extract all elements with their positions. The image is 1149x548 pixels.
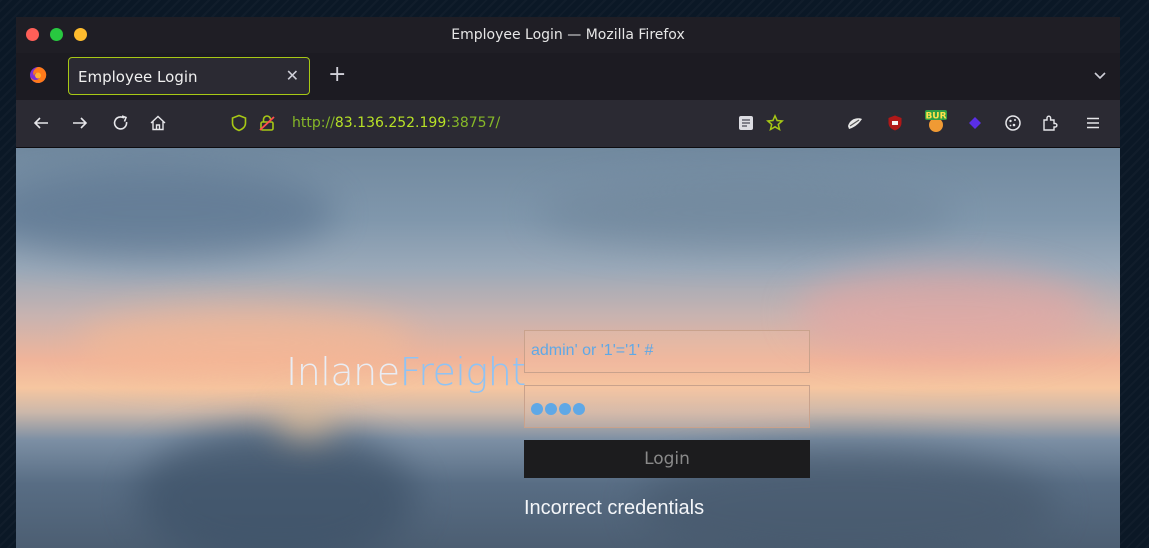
window-title: Employee Login — Mozilla Firefox	[451, 27, 685, 43]
url-host: 83.136.252.199	[334, 115, 447, 131]
page-content: InlaneFreight admin' or '1'='1' # Login …	[16, 148, 1120, 548]
title-bar: Employee Login — Mozilla Firefox	[16, 17, 1120, 53]
tab-strip: Employee Login ✕ +	[16, 53, 1120, 100]
background-cloud	[16, 168, 336, 258]
navigation-toolbar: http://83.136.252.199:38757/ BUR	[16, 100, 1120, 148]
cookie-icon[interactable]	[1004, 114, 1022, 132]
username-input[interactable]: admin' or '1'='1' #	[524, 330, 810, 373]
home-icon[interactable]	[149, 114, 167, 132]
password-input[interactable]	[524, 385, 810, 428]
password-mask-dot	[531, 403, 543, 415]
tab-employee-login[interactable]: Employee Login ✕	[68, 57, 310, 95]
menu-icon[interactable]	[1084, 114, 1102, 132]
login-button[interactable]: Login	[524, 440, 810, 478]
background-light	[276, 398, 336, 438]
ublock-icon[interactable]	[886, 114, 904, 132]
password-mask-dot	[545, 403, 557, 415]
password-mask-dot	[559, 403, 571, 415]
reload-icon[interactable]	[112, 114, 130, 132]
tab-label: Employee Login	[78, 68, 198, 86]
background-city	[136, 428, 416, 548]
username-value: admin' or '1'='1' #	[531, 342, 654, 359]
firefox-icon[interactable]	[29, 66, 47, 84]
browser-window: Employee Login — Mozilla Firefox Employe…	[16, 17, 1120, 548]
bookmark-star-icon[interactable]	[766, 114, 784, 132]
back-icon[interactable]	[32, 114, 50, 132]
password-mask	[531, 400, 587, 419]
url-port-path: :38757/	[446, 115, 501, 131]
error-message: Incorrect credentials	[524, 497, 705, 519]
extension-icon[interactable]	[846, 114, 864, 132]
brand-accent: Freight	[399, 350, 527, 394]
brand-primary: Inlane	[286, 350, 400, 394]
chevron-down-icon[interactable]	[1092, 67, 1108, 83]
background-cloud	[796, 268, 1096, 358]
background-cloud	[536, 178, 956, 248]
url-bar[interactable]: http://83.136.252.199:38757/	[292, 115, 500, 131]
forward-icon[interactable]	[71, 114, 89, 132]
burp-badge-text: BUR	[925, 112, 946, 122]
extension-diamond-icon[interactable]	[966, 114, 984, 132]
burp-icon[interactable]: BUR	[925, 110, 947, 134]
reader-view-icon[interactable]	[737, 114, 755, 132]
insecure-lock-icon[interactable]	[258, 114, 276, 132]
brand-logo: InlaneFreight	[286, 350, 526, 394]
url-scheme: http://	[292, 115, 335, 131]
extensions-puzzle-icon[interactable]	[1041, 114, 1059, 132]
password-mask-dot	[573, 403, 585, 415]
close-tab-icon[interactable]: ✕	[286, 66, 299, 85]
new-tab-button[interactable]: +	[328, 62, 346, 87]
shield-icon[interactable]	[230, 114, 248, 132]
